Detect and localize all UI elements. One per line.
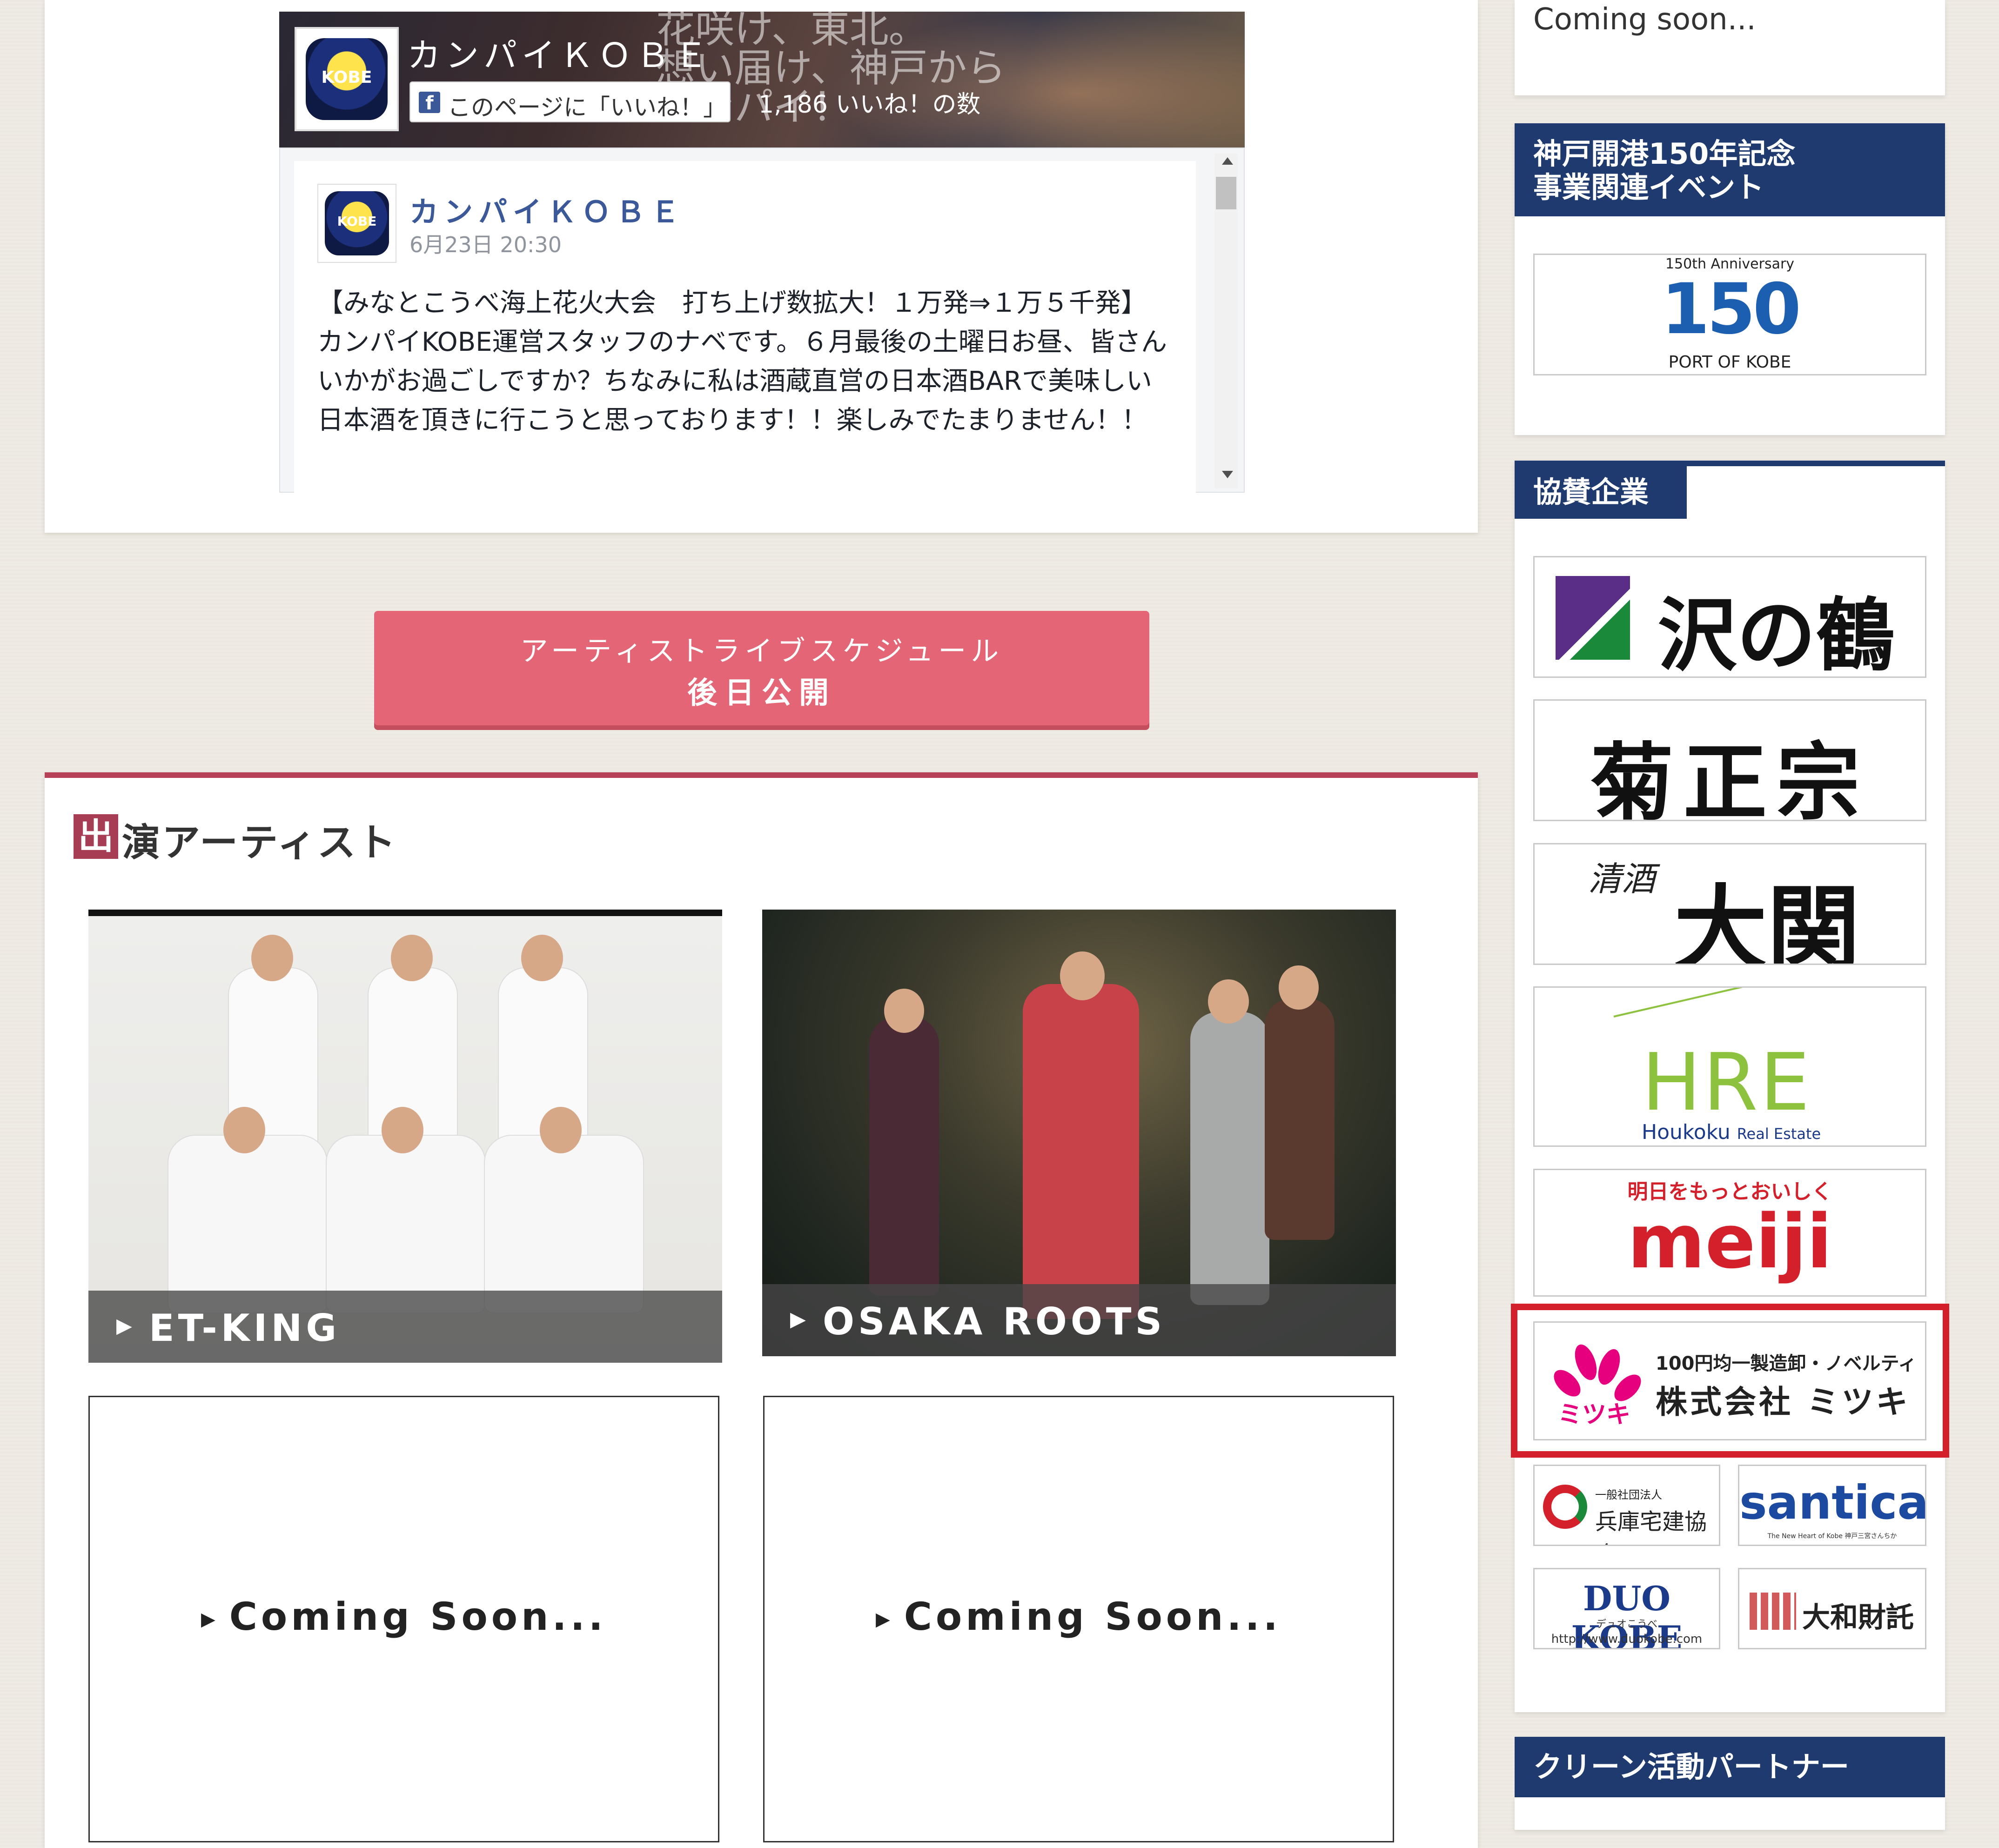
santica-sub: The New Heart of Kobe 神戸三宮さんちか (1767, 1533, 1897, 1540)
houkoku-name-sub: Real Estate (1737, 1125, 1821, 1143)
play-triangle-icon: ▶ (116, 1314, 136, 1338)
port-150-heading: 神戸開港150年記念 事業関連イベント (1515, 123, 1945, 216)
member-head (521, 935, 563, 981)
member-figure (1190, 1012, 1269, 1305)
takken-mark-icon (1543, 1485, 1587, 1529)
sponsor-ozeki[interactable]: 清酒 大関 (1533, 843, 1926, 965)
sidebar-coming-soon: Coming soon... (1533, 2, 1756, 37)
coming-soon-label: ▶ Coming Soon... (90, 1595, 718, 1639)
artist-schedule-button[interactable]: アーティストライブスケジュール 後日公開 (374, 611, 1149, 725)
play-triangle-icon: ▶ (876, 1608, 904, 1630)
play-triangle-icon: ▶ (790, 1307, 810, 1331)
sponsor-houkoku[interactable]: HRE Houkoku Real Estate (1533, 986, 1926, 1147)
port-of-kobe-150-logo[interactable]: 150th Anniversary 150 PORT OF KOBE (1533, 254, 1926, 375)
artist-card-coming-soon[interactable]: ▶ Coming Soon... (763, 1396, 1394, 1842)
houkoku-line (1613, 988, 1827, 1018)
sponsor-heading: 協賛企業 (1515, 465, 1687, 519)
clean-partner-box (1515, 1797, 1945, 1830)
artists-heading: 演アーティスト (122, 821, 398, 865)
artists-heading-mark: 出 (74, 814, 118, 859)
play-triangle-icon: ▶ (201, 1608, 229, 1630)
sponsor-kikumasamune[interactable]: 菊正宗 (1533, 699, 1926, 821)
facebook-icon: f (419, 92, 440, 114)
member-figure (869, 1017, 939, 1296)
takken-small: 一般社団法人 (1595, 1488, 1662, 1501)
ozeki-name: 大関 (1674, 875, 1860, 965)
kikumasamune-name: 菊正宗 (1590, 734, 1870, 821)
port-logo-number: 150 (1661, 269, 1801, 350)
member-head (1208, 979, 1249, 1024)
facebook-page-name[interactable]: カンパイＫＯＢＥ (407, 28, 712, 77)
port-heading-line1: 神戸開港150年記念 (1533, 137, 1796, 171)
artist-card-coming-soon[interactable]: ▶ Coming Soon... (88, 1396, 719, 1842)
artist-card-label: ▶ ET-KING (88, 1291, 722, 1363)
daiwa-building-icon (1750, 1593, 1796, 1630)
scroll-up-icon[interactable] (1222, 157, 1233, 165)
sponsor-duo-kobe[interactable]: DUO KOBE デュオこうべ http://www.duokobe.com (1533, 1568, 1720, 1649)
schedule-button-line1: アーティストライブスケジュール (520, 635, 1004, 668)
post-author-avatar[interactable]: KOBE (317, 184, 396, 263)
logo-text: KOBE (321, 68, 372, 87)
duo-sub: デュオこうべ (1596, 1619, 1657, 1630)
coming-soon-label: ▶ Coming Soon... (765, 1595, 1393, 1639)
kanpai-logo-icon: KOBE (306, 38, 388, 120)
member-head (1279, 965, 1319, 1010)
like-button-label: このページに「いいね！」 (448, 94, 726, 121)
artist-name: ET-KING (149, 1306, 341, 1350)
houkoku-name: Houkoku Real Estate (1642, 1120, 1821, 1144)
schedule-button-line2: 後日公開 (687, 676, 836, 710)
artist-card-et-king[interactable]: ▶ ET-KING (88, 910, 722, 1363)
member-head (223, 1107, 265, 1153)
takken-name: 兵庫宅建協会 (1595, 1509, 1707, 1545)
sawanotsuru-mark-icon (1556, 576, 1630, 660)
member-head (1060, 951, 1105, 1000)
like-count: 1,186 いいね！の数 (758, 91, 981, 119)
member-head (251, 935, 293, 981)
post-text: 【みなとこうべ海上花火大会 打ち上げ数拡大！１万発⇒１万５千発】 カンパイKOB… (317, 288, 1167, 435)
sponsor-santica[interactable]: santica The New Heart of Kobe 神戸三宮さんちか (1738, 1465, 1926, 1546)
daiwa-name: 大和財託 (1802, 1601, 1914, 1634)
duo-url: http://www.duokobe.com (1551, 1632, 1703, 1646)
artist-card-osaka-roots[interactable]: ▶ OSAKA ROOTS (762, 910, 1396, 1356)
scroll-down-icon[interactable] (1222, 471, 1233, 478)
page-logo[interactable]: KOBE (295, 27, 399, 131)
coming-soon-text: Coming Soon... (904, 1595, 1281, 1639)
coming-soon-text: Coming Soon... (229, 1595, 607, 1639)
artist-card-label: ▶ OSAKA ROOTS (762, 1284, 1396, 1356)
kanpai-logo-icon: KOBE (325, 191, 389, 255)
member-figure (1023, 984, 1139, 1319)
houkoku-mark: HRE (1642, 1037, 1812, 1129)
like-page-button[interactable]: f このページに「いいね！」 (409, 81, 731, 122)
member-figure (326, 1135, 486, 1313)
selected-sponsor-highlight (1511, 1304, 1949, 1458)
sponsor-sawanotsuru[interactable]: 沢の鶴 (1533, 556, 1926, 678)
port-heading-line2: 事業関連イベント (1533, 170, 1764, 204)
sponsor-meiji[interactable]: 明日をもっとおいしく meiji (1533, 1169, 1926, 1297)
sawanotsuru-name: 沢の鶴 (1657, 589, 1895, 678)
scrollbar-thumb[interactable] (1216, 177, 1236, 209)
post-date[interactable]: 6月23日 20:30 (409, 228, 562, 259)
houkoku-name-main: Houkoku (1642, 1120, 1731, 1144)
member-head (540, 1107, 582, 1153)
logo-text: KOBE (337, 214, 377, 229)
sponsor-daiwa-zaitaku[interactable]: 大和財託 (1738, 1568, 1926, 1649)
member-head (382, 1107, 423, 1153)
post-author-name[interactable]: カンパイＫＯＢＥ (409, 188, 685, 230)
meiji-logo: meiji (1627, 1198, 1832, 1285)
sponsor-hyogo-takken[interactable]: 一般社団法人 兵庫宅建協会 (1533, 1465, 1720, 1546)
santica-logo: santica (1739, 1475, 1926, 1530)
member-head (884, 989, 924, 1033)
artist-name: OSAKA ROOTS (823, 1300, 1166, 1343)
member-figure (1265, 998, 1335, 1240)
member-figure (168, 1135, 328, 1313)
port-logo-bottom: PORT OF KOBE (1668, 353, 1791, 372)
clean-partner-heading: クリーン活動パートナー (1515, 1737, 1945, 1797)
member-figure (484, 1135, 644, 1313)
member-head (391, 935, 433, 981)
